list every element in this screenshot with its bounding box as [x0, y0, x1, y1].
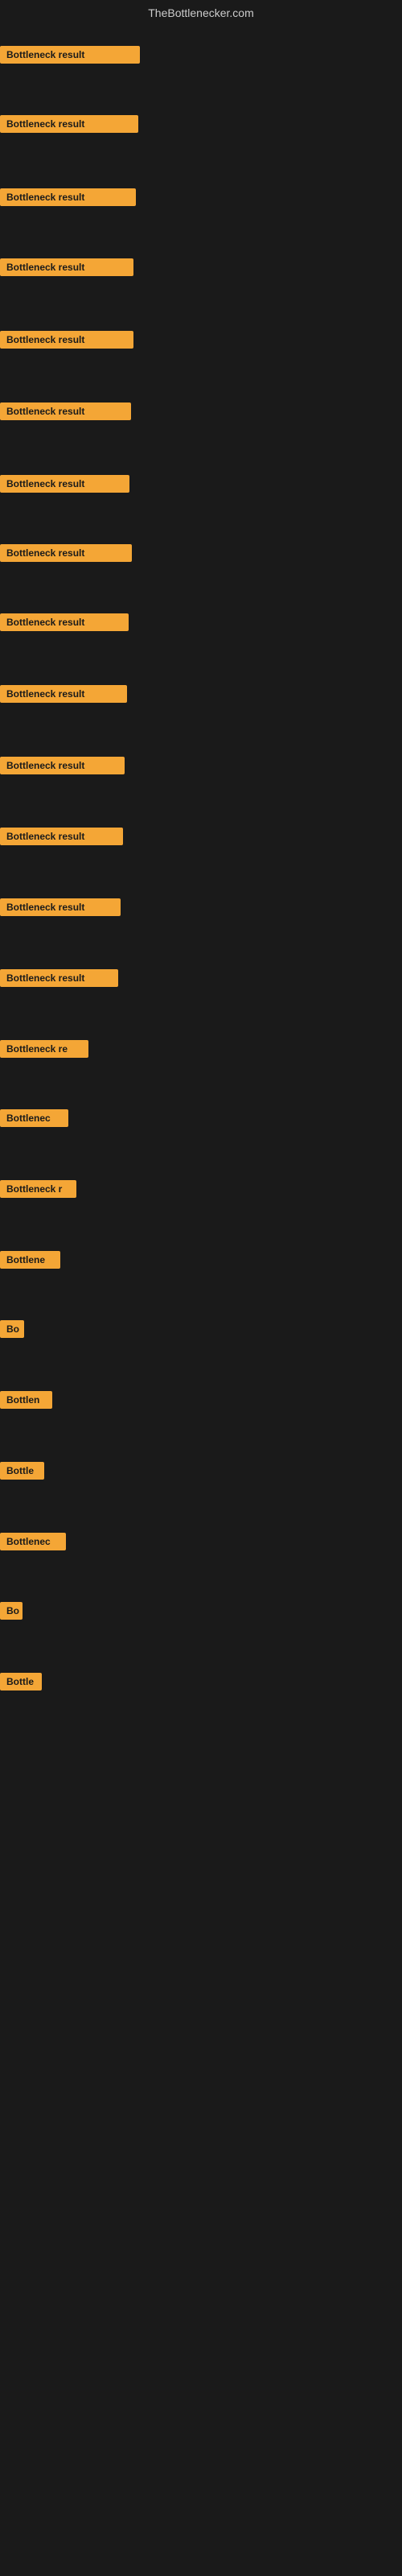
bottleneck-badge-5: Bottleneck result [0, 331, 133, 349]
bottleneck-badge-4: Bottleneck result [0, 258, 133, 276]
bottleneck-badge-14: Bottleneck result [0, 969, 118, 987]
bottleneck-badge-23: Bo [0, 1602, 23, 1620]
site-title: TheBottlenecker.com [0, 0, 402, 26]
bottleneck-badge-20: Bottlen [0, 1391, 52, 1409]
bottleneck-badge-11: Bottleneck result [0, 757, 125, 774]
bottleneck-badge-15: Bottleneck re [0, 1040, 88, 1058]
bottleneck-badge-19: Bo [0, 1320, 24, 1338]
bottleneck-badge-17: Bottleneck r [0, 1180, 76, 1198]
bottleneck-badge-2: Bottleneck result [0, 115, 138, 133]
bottleneck-badge-24: Bottle [0, 1673, 42, 1690]
bottleneck-badge-22: Bottlenec [0, 1533, 66, 1550]
bottleneck-badge-10: Bottleneck result [0, 685, 127, 703]
bottleneck-badge-3: Bottleneck result [0, 188, 136, 206]
bottleneck-badge-16: Bottlenec [0, 1109, 68, 1127]
bottleneck-badge-18: Bottlene [0, 1251, 60, 1269]
bottleneck-badge-1: Bottleneck result [0, 46, 140, 64]
bottleneck-badge-8: Bottleneck result [0, 544, 132, 562]
bottleneck-badge-6: Bottleneck result [0, 402, 131, 420]
bottleneck-badge-7: Bottleneck result [0, 475, 129, 493]
bottleneck-badge-12: Bottleneck result [0, 828, 123, 845]
bottleneck-badge-9: Bottleneck result [0, 613, 129, 631]
bottleneck-badge-21: Bottle [0, 1462, 44, 1480]
bottleneck-badge-13: Bottleneck result [0, 898, 121, 916]
